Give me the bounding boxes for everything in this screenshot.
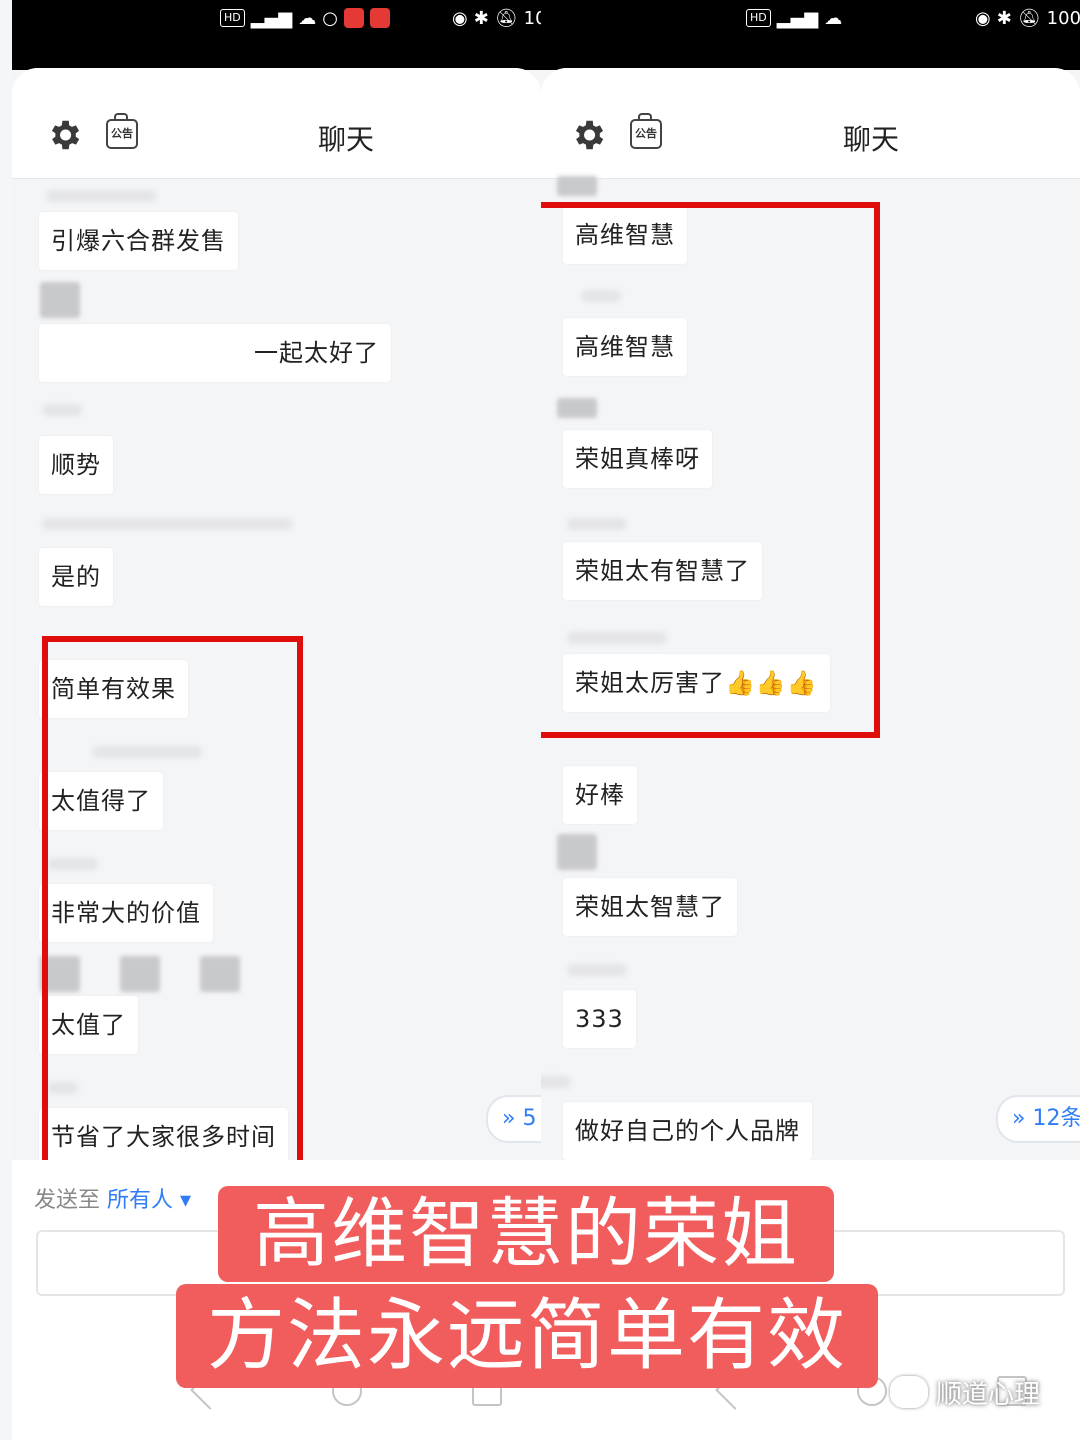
jump-to-new-messages-button[interactable]: » 12条 xyxy=(996,1095,1080,1143)
status-right-icons: ◉ ✱ 🔕︎ 100 xyxy=(975,6,1080,30)
new-message-count: 12条 xyxy=(1032,1106,1080,1131)
avatar-blurred xyxy=(40,282,80,318)
caption-line-2: 方法永远简单有效 xyxy=(176,1284,878,1388)
bluetooth-icon: ✱ xyxy=(473,7,489,29)
cloud-icon: ☁ xyxy=(824,7,843,29)
double-chevron-down-icon: » xyxy=(1012,1106,1026,1131)
new-message-count: 5 xyxy=(522,1106,537,1131)
message-bubble: 做好自己的个人品牌 xyxy=(563,1102,812,1160)
message-bubble: 好棒 xyxy=(563,766,637,824)
settings-gear-icon[interactable] xyxy=(569,116,607,154)
page-title: 聊天 xyxy=(843,123,900,156)
highlight-box xyxy=(541,202,880,738)
sender-name-blurred xyxy=(567,964,627,976)
eye-icon: ◉ xyxy=(452,7,468,29)
eye-icon: ◉ xyxy=(975,7,991,29)
hd-icon: HD xyxy=(220,9,245,27)
sender-name-blurred xyxy=(541,1076,571,1088)
double-chevron-down-icon: » xyxy=(502,1106,516,1131)
signal-icon: ▂▄▆ xyxy=(250,7,293,29)
message-bubble: 荣姐太智慧了 xyxy=(563,878,737,936)
message-bubble: 是的 xyxy=(39,548,113,606)
announcement-icon[interactable]: 公告 xyxy=(106,113,138,149)
bluetooth-icon: ✱ xyxy=(996,7,1012,29)
status-left-icons: HD ▂▄▆ ☁ xyxy=(746,6,842,30)
settings-gear-icon[interactable] xyxy=(45,116,83,154)
highlight-box xyxy=(42,636,303,1170)
mic-icon xyxy=(344,8,364,28)
message-bubble: 顺势 xyxy=(39,436,113,494)
page-title: 聊天 xyxy=(318,123,375,156)
avatar-blurred xyxy=(557,834,597,870)
status-bar: HD ▂▄▆ ☁ ○ ◉ ✱ 🔕︎ 10 xyxy=(12,0,541,70)
watermark: 顺道心理 xyxy=(890,1372,1040,1412)
sender-name-blurred xyxy=(42,404,82,416)
mute-icon: 🔕︎ xyxy=(494,7,518,29)
avatar-blurred xyxy=(557,176,597,196)
jump-to-new-messages-button[interactable]: » 5 xyxy=(486,1095,541,1143)
caption-line-1: 高维智慧的荣姐 xyxy=(218,1186,834,1282)
cloud-icon: ☁ xyxy=(298,7,317,29)
screen-record-icon xyxy=(370,8,390,28)
mute-icon: 🔕︎ xyxy=(1017,7,1041,29)
sender-name-blurred xyxy=(46,190,156,202)
watermark-text: 顺道心理 xyxy=(936,1379,1041,1410)
message-bubble: 333 xyxy=(563,990,636,1048)
announcement-icon[interactable]: 公告 xyxy=(630,113,662,149)
recipient-select[interactable]: 所有人 xyxy=(107,1188,173,1213)
message-bubble: 引爆六合群发售 xyxy=(39,212,238,270)
status-left-icons: HD ▂▄▆ ☁ ○ xyxy=(220,6,390,30)
chat-icon: ○ xyxy=(322,7,338,29)
wechat-logo-icon xyxy=(890,1376,928,1408)
sender-name-blurred xyxy=(42,518,292,530)
signal-icon: ▂▄▆ xyxy=(776,7,819,29)
chat-header xyxy=(12,68,541,179)
dropdown-arrow-icon[interactable]: ▾ xyxy=(180,1188,191,1213)
status-bar: HD ▂▄▆ ☁ ◉ ✱ 🔕︎ 100 xyxy=(541,0,1080,70)
chat-header xyxy=(541,68,1080,179)
send-to-label: 发送至 xyxy=(34,1188,101,1213)
battery-text: 10 xyxy=(523,7,541,29)
message-bubble: 一起太好了 xyxy=(39,324,391,382)
status-right-icons: ◉ ✱ 🔕︎ 10 xyxy=(452,6,541,30)
hd-icon: HD xyxy=(746,9,771,27)
battery-text: 100 xyxy=(1046,7,1080,29)
send-to-row[interactable]: 发送至 所有人 ▾ xyxy=(34,1182,191,1214)
